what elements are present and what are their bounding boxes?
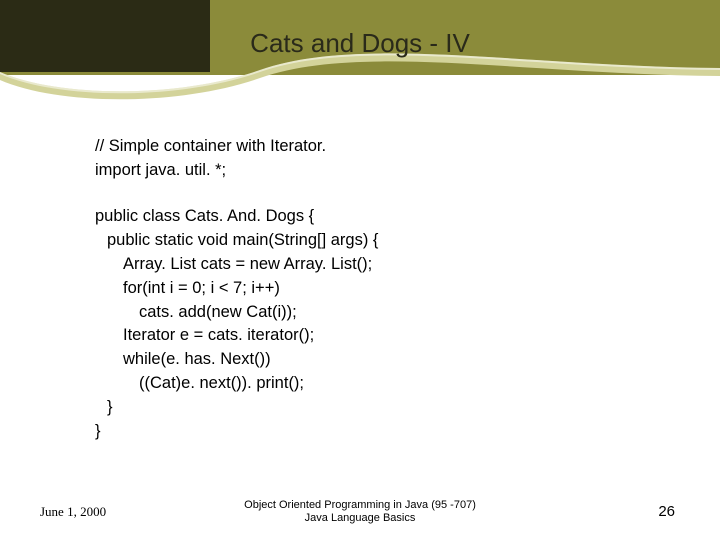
footer-center: Object Oriented Programming in Java (95 … — [0, 499, 720, 527]
page-number: 26 — [658, 503, 675, 520]
code-block: // Simple container with Iterator. impor… — [95, 135, 660, 444]
code-line: public static void main(String[] args) { — [95, 229, 660, 253]
footer-course: Object Oriented Programming in Java (95 … — [0, 499, 720, 513]
code-line: } — [95, 420, 660, 444]
code-line: public class Cats. And. Dogs { — [95, 205, 660, 229]
footer-subtitle: Java Language Basics — [0, 512, 720, 526]
code-line: for(int i = 0; i < 7; i++) — [95, 277, 660, 301]
code-line: } — [95, 396, 660, 420]
slide-title: Cats and Dogs - IV — [0, 28, 720, 59]
code-line: Array. List cats = new Array. List(); — [95, 253, 660, 277]
code-line: while(e. has. Next()) — [95, 348, 660, 372]
code-line: Iterator e = cats. iterator(); — [95, 324, 660, 348]
code-line: cats. add(new Cat(i)); — [95, 301, 660, 325]
code-line: ((Cat)e. next()). print(); — [95, 372, 660, 396]
code-line: import java. util. *; — [95, 159, 660, 183]
code-line: // Simple container with Iterator. — [95, 135, 660, 159]
